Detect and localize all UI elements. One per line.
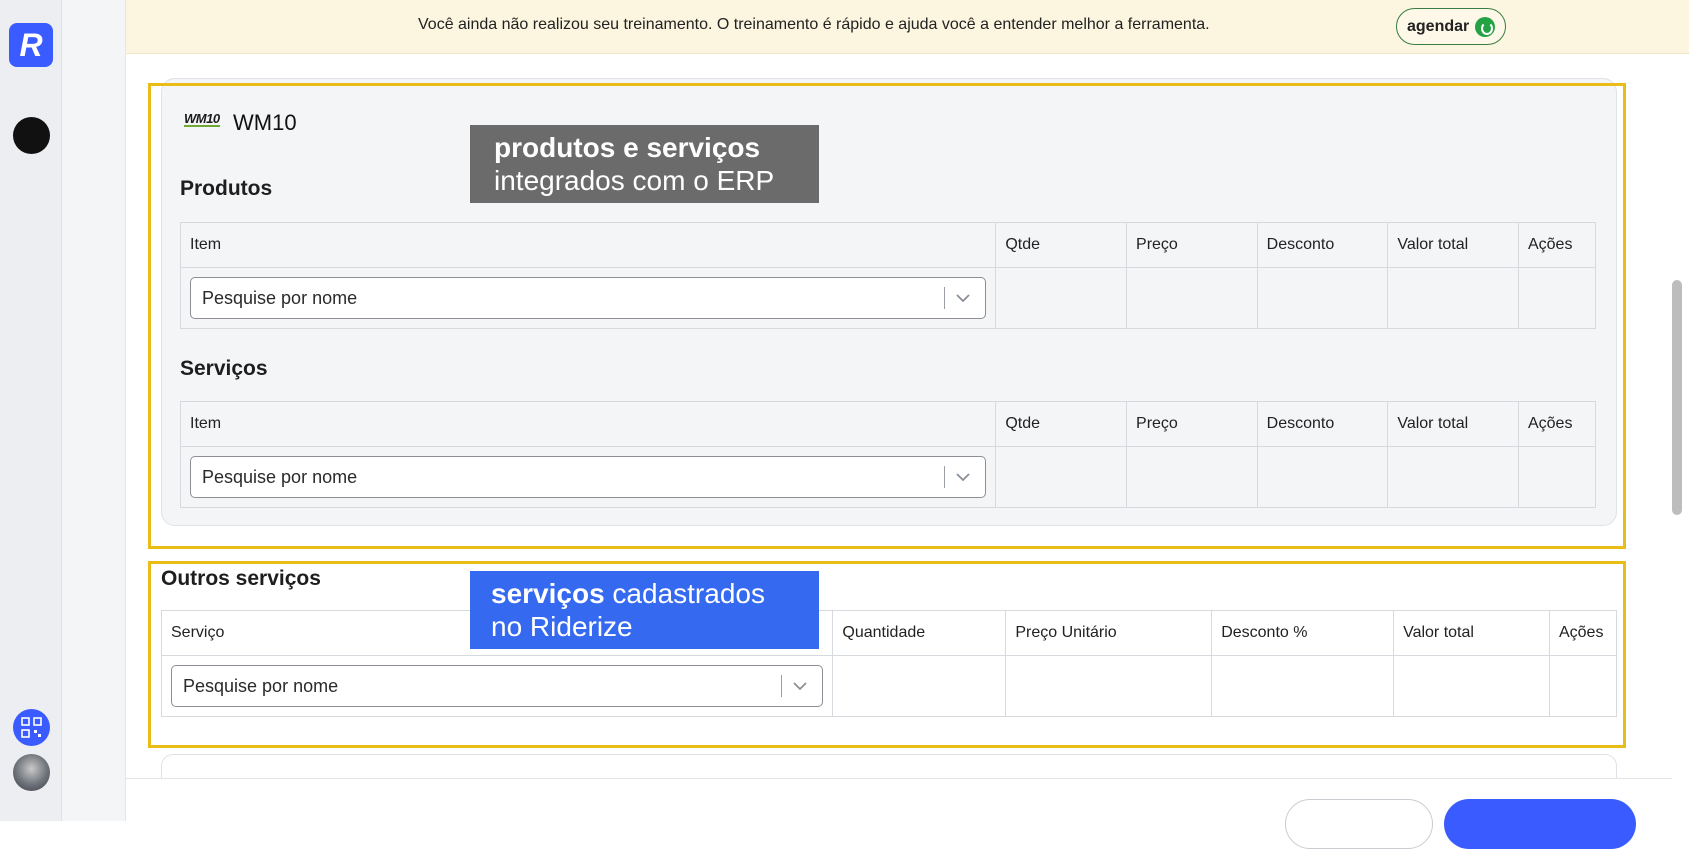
erp-highlight-frame <box>148 83 1626 549</box>
training-banner-message: Você ainda não realizou seu treinamento.… <box>418 16 1210 33</box>
user-avatar[interactable] <box>13 754 50 791</box>
whatsapp-icon <box>1475 16 1496 37</box>
riderize-callout-bold: serviços <box>491 578 605 609</box>
erp-callout-bold: produtos e serviços <box>494 132 761 163</box>
riderize-callout-text-2: no Riderize <box>491 611 633 642</box>
footer-action-bar <box>126 778 1672 821</box>
workshop-avatar[interactable] <box>13 117 50 154</box>
sidebar-spacer <box>62 0 126 821</box>
qr-code-icon <box>21 717 42 738</box>
erp-callout: produtos e serviços integrados com o ERP <box>470 125 819 203</box>
qr-code-button[interactable] <box>13 709 50 746</box>
training-banner: Você ainda não realizou seu treinamento.… <box>126 0 1689 54</box>
left-sidebar: R <box>0 0 62 821</box>
riderize-callout: serviços cadastrados no Riderize <box>470 571 819 649</box>
page-scrollbar[interactable] <box>1672 280 1682 515</box>
riderize-callout-text-1: cadastrados <box>612 578 765 609</box>
app-logo[interactable]: R <box>9 23 53 67</box>
schedule-button-label: agendar <box>1407 17 1470 35</box>
schedule-training-button[interactable]: agendar <box>1396 8 1507 45</box>
cancel-button[interactable] <box>1285 799 1433 849</box>
riderize-highlight-frame <box>148 561 1626 748</box>
erp-callout-text: integrados com o ERP <box>494 165 775 196</box>
save-button[interactable] <box>1444 799 1636 849</box>
